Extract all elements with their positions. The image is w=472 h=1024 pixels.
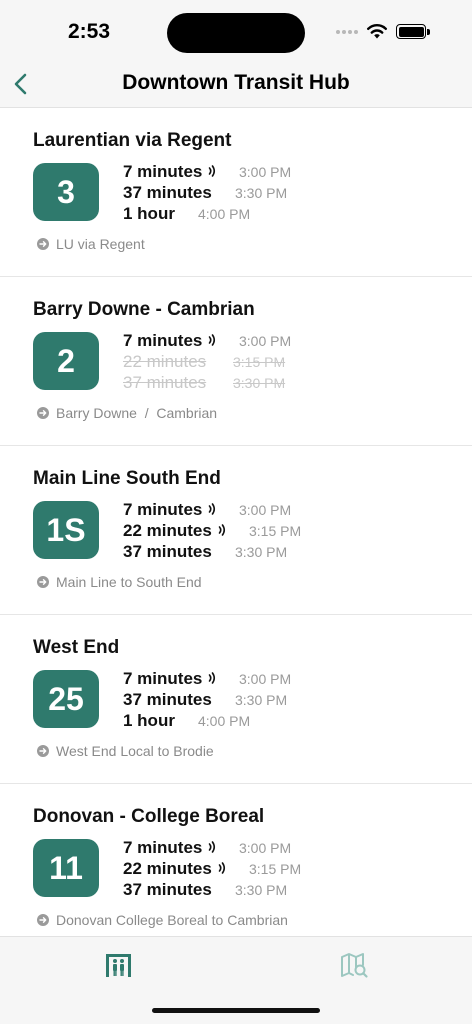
route-card[interactable]: Barry Downe - Cambrian 2 7 minutes 3:00 … [0,277,472,446]
departure-relative-cancelled: 22 minutes [123,352,207,371]
arrow-right-circle-icon [37,914,49,926]
departure-row: 7 minutes 3:00 PM [123,838,323,859]
departure-absolute: 3:00 PM [239,671,292,687]
route-card[interactable]: Main Line South End 1S 7 minutes 3:00 PM… [0,446,472,615]
dynamic-island [167,13,305,53]
route-number-badge: 2 [33,332,99,390]
departure-relative: 7 minutes [123,331,216,351]
tab-map[interactable] [339,951,369,979]
arrow-right-circle-icon [37,407,49,419]
departure-relative-cancelled: 37 minutes [123,373,207,392]
departure-row: 22 minutes 3:15 PM [123,859,323,880]
departure-absolute: 4:00 PM [198,713,251,729]
departure-absolute: 4:00 PM [198,206,251,222]
route-card[interactable]: Donovan - College Boreal 11 7 minutes 3:… [0,784,472,936]
departure-times: 7 minutes 3:00 PM 37 minutes 3:30 PM 1 h… [123,669,323,732]
departure-absolute: 3:00 PM [239,840,292,856]
route-destination: Main Line to South End [37,574,202,590]
route-number-badge: 3 [33,163,99,221]
departure-absolute-cancelled: 3:30 PM [233,375,286,391]
home-indicator[interactable] [152,1008,320,1013]
arrow-right-circle-icon [37,576,49,588]
departure-row: 37 minutes 3:30 PM [123,690,323,711]
departure-row: 37 minutes 3:30 PM [123,183,323,204]
realtime-signal-icon [218,523,225,536]
departure-relative: 1 hour [123,711,175,730]
departure-row: 1 hour 4:00 PM [123,204,323,225]
departure-relative: 37 minutes [123,880,212,899]
route-list[interactable]: Laurentian via Regent 3 7 minutes 3:00 P… [0,108,472,936]
route-destination: Donovan College Boreal to Cambrian [37,912,288,928]
departure-relative: 7 minutes [123,669,216,689]
route-number-badge: 25 [33,670,99,728]
departure-row: 7 minutes 3:00 PM [123,162,323,183]
route-name: Main Line South End [33,468,221,489]
realtime-signal-icon [209,671,216,684]
route-card[interactable]: Laurentian via Regent 3 7 minutes 3:00 P… [0,108,472,277]
route-name: West End [33,637,120,658]
departure-times: 7 minutes 3:00 PM 22 minutes 3:15 PM 37 … [123,331,323,394]
departure-relative: 7 minutes [123,500,216,520]
departure-relative: 22 minutes [123,859,226,879]
status-bar: 2:53 [0,0,472,60]
departure-relative: 7 minutes [123,162,216,182]
realtime-signal-icon [209,164,216,177]
departure-relative: 37 minutes [123,183,212,202]
departure-times: 7 minutes 3:00 PM 22 minutes 3:15 PM 37 … [123,500,323,563]
arrow-right-circle-icon [37,745,49,757]
departure-relative: 7 minutes [123,838,216,858]
departure-absolute: 3:30 PM [235,692,288,708]
page-title: Downtown Transit Hub [122,71,350,94]
departure-absolute: 3:30 PM [235,185,288,201]
route-destination: Barry Downe / Cambrian [37,405,217,421]
departure-absolute: 3:15 PM [249,523,302,539]
departure-row: 22 minutes 3:15 PM [123,352,323,373]
route-destination: LU via Regent [37,236,145,252]
departure-absolute-cancelled: 3:15 PM [233,354,286,370]
departure-absolute: 3:00 PM [239,164,292,180]
departure-absolute: 3:15 PM [249,861,302,877]
realtime-signal-icon [218,861,225,874]
route-destination: West End Local to Brodie [37,743,214,759]
realtime-signal-icon [209,840,216,853]
departure-relative: 1 hour [123,204,175,223]
departure-row: 37 minutes 3:30 PM [123,373,323,394]
departure-absolute: 3:30 PM [235,544,288,560]
departure-times: 7 minutes 3:00 PM 37 minutes 3:30 PM 1 h… [123,162,323,225]
route-name: Laurentian via Regent [33,130,232,151]
departure-row: 7 minutes 3:00 PM [123,331,323,352]
realtime-signal-icon [209,333,216,346]
departure-relative: 22 minutes [123,521,226,541]
departure-row: 22 minutes 3:15 PM [123,521,323,542]
bus-stop-icon [106,954,131,977]
arrow-right-circle-icon [37,238,49,250]
departure-row: 1 hour 4:00 PM [123,711,323,732]
wifi-icon [367,24,387,39]
battery-icon [396,24,426,39]
route-number-badge: 11 [33,839,99,897]
departure-absolute: 3:00 PM [239,502,292,518]
departure-row: 37 minutes 3:30 PM [123,880,323,901]
departure-row: 7 minutes 3:00 PM [123,669,323,690]
departure-row: 37 minutes 3:30 PM [123,542,323,563]
map-search-icon [341,953,368,978]
tab-stops[interactable] [104,951,134,979]
departure-absolute: 3:00 PM [239,333,292,349]
departure-absolute: 3:30 PM [235,882,288,898]
departure-relative: 37 minutes [123,542,212,561]
route-card[interactable]: West End 25 7 minutes 3:00 PM 37 minutes… [0,615,472,784]
departure-row: 7 minutes 3:00 PM [123,500,323,521]
navigation-bar: Downtown Transit Hub [0,60,472,108]
status-time: 2:53 [68,20,111,43]
realtime-signal-icon [209,502,216,515]
route-name: Barry Downe - Cambrian [33,299,255,320]
route-number-badge: 1S [33,501,99,559]
departure-relative: 37 minutes [123,690,212,709]
cellular-signal-icon [336,30,362,36]
departure-times: 7 minutes 3:00 PM 22 minutes 3:15 PM 37 … [123,838,323,901]
route-name: Donovan - College Boreal [33,806,265,827]
